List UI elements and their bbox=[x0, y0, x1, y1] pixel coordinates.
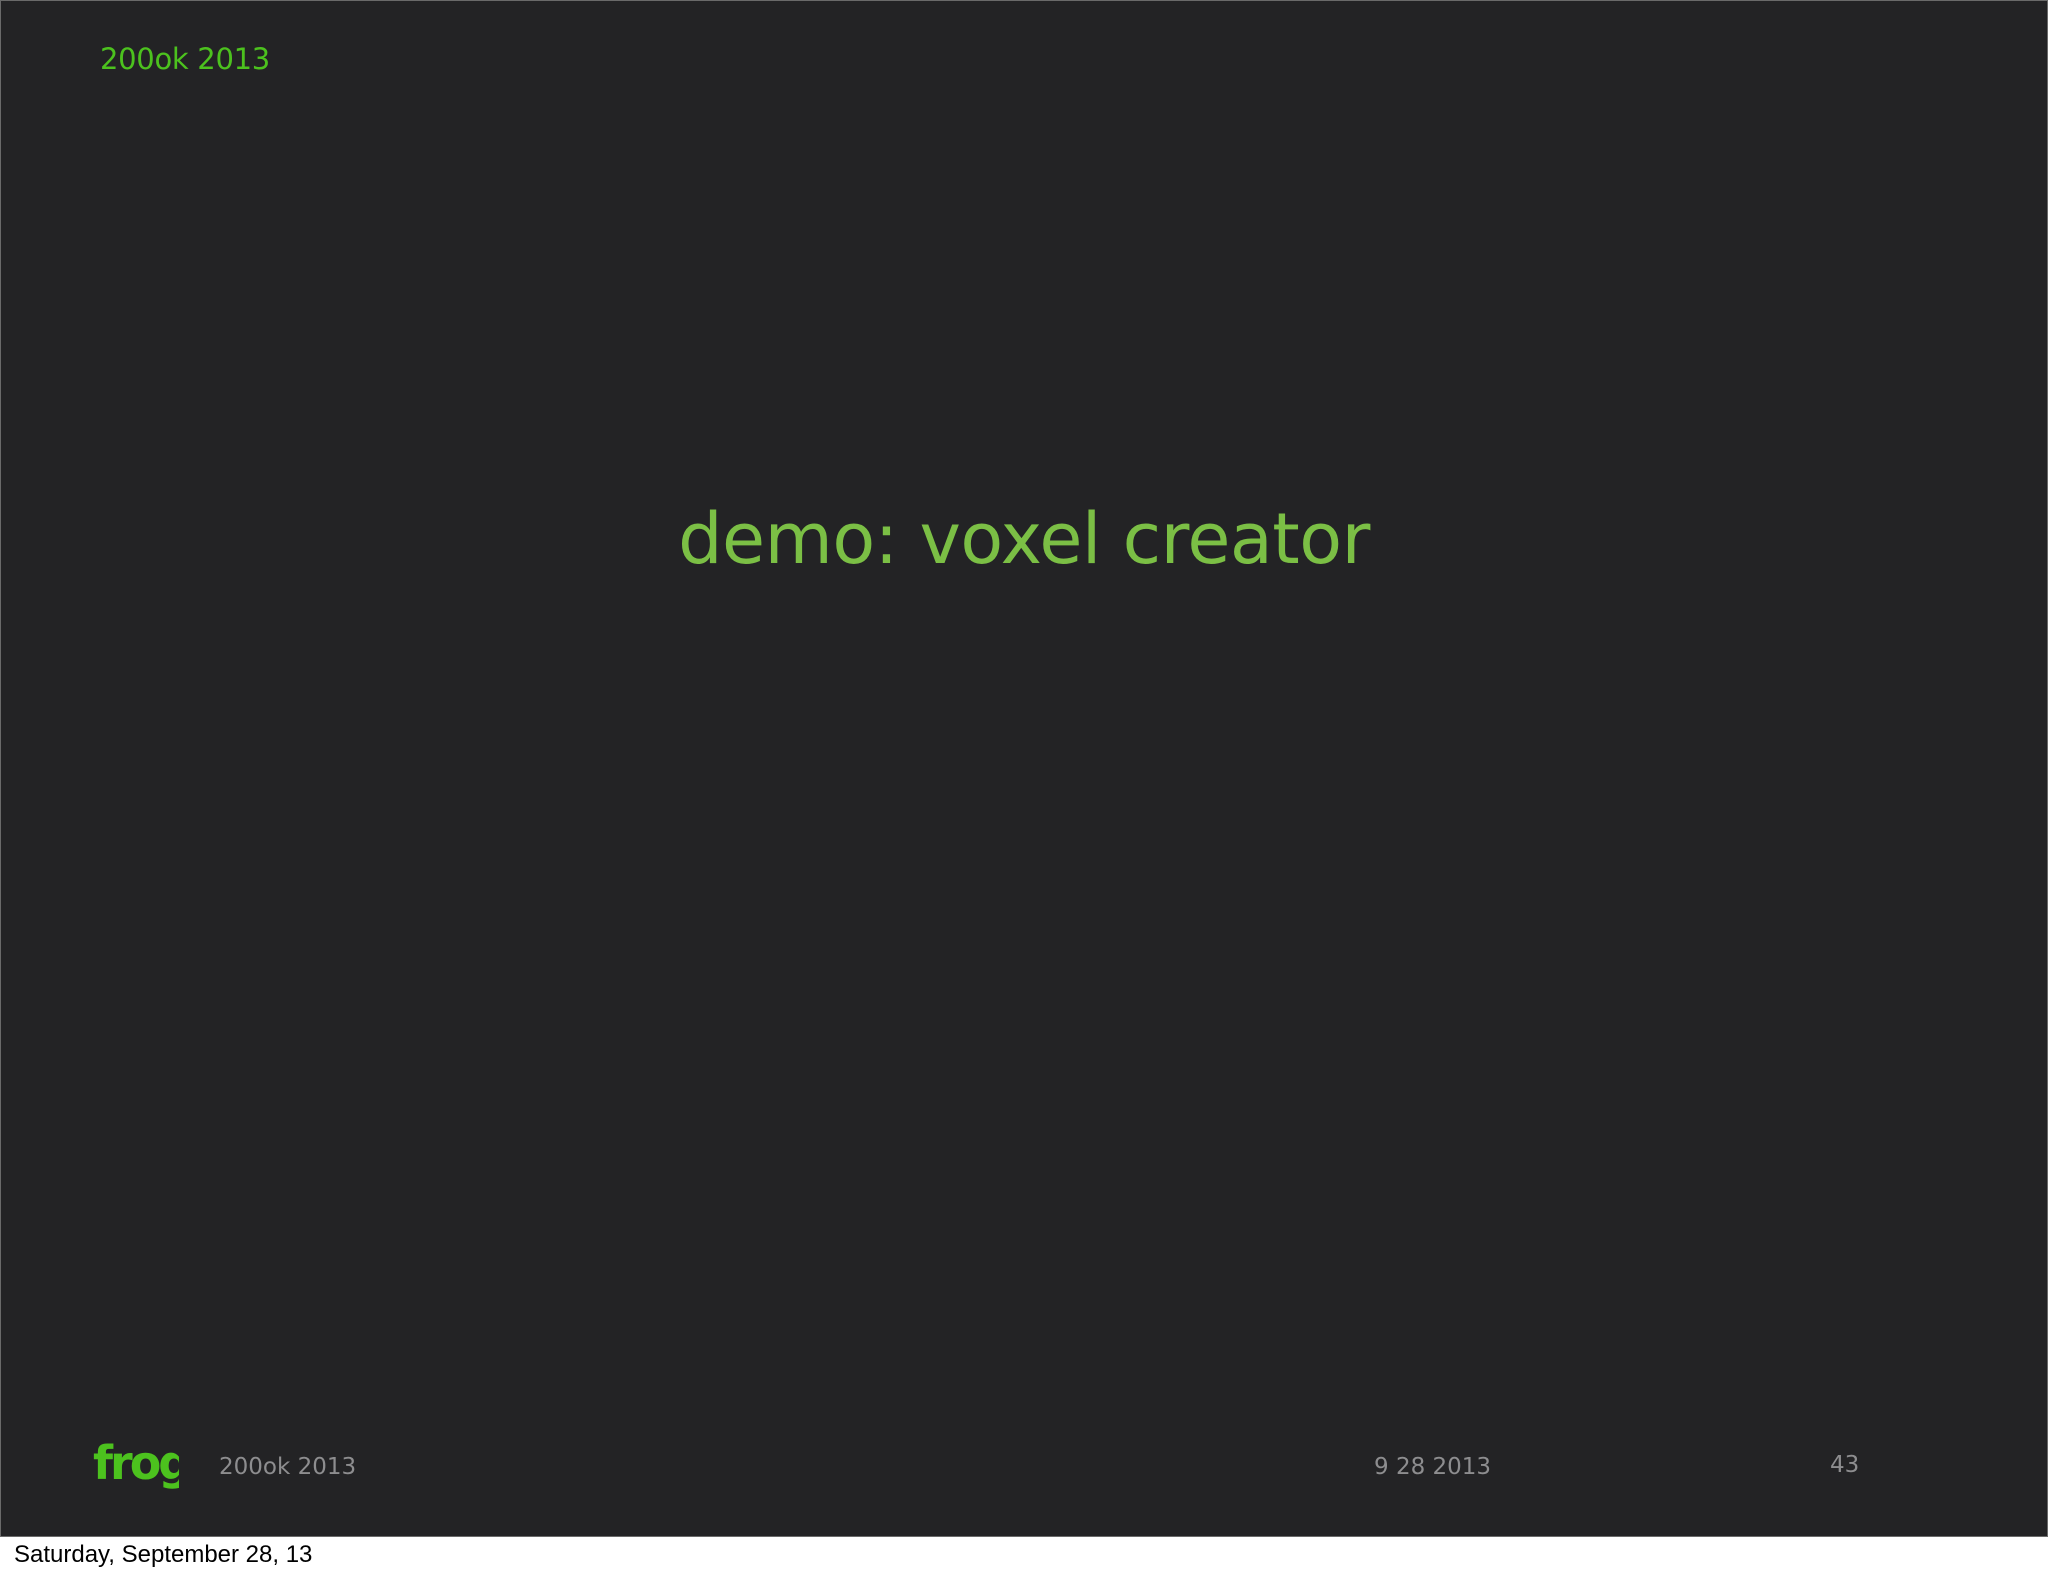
slide-header-title: 200ok 2013 bbox=[100, 42, 270, 76]
footer-event-name: 200ok 2013 bbox=[219, 1454, 357, 1480]
footer-date: 9 28 2013 bbox=[1374, 1454, 1492, 1480]
presentation-slide: 200ok 2013 demo: voxel creator frog 200o… bbox=[0, 0, 2048, 1537]
slide-main-title: demo: voxel creator bbox=[678, 498, 1370, 580]
frog-logo-graphic: frog bbox=[93, 1437, 179, 1490]
footer-page-number: 43 bbox=[1830, 1452, 1860, 1478]
frog-logo: frog bbox=[93, 1437, 179, 1493]
frog-logo-text: frog bbox=[93, 1437, 179, 1490]
slide-date-caption: Saturday, September 28, 13 bbox=[14, 1541, 313, 1568]
